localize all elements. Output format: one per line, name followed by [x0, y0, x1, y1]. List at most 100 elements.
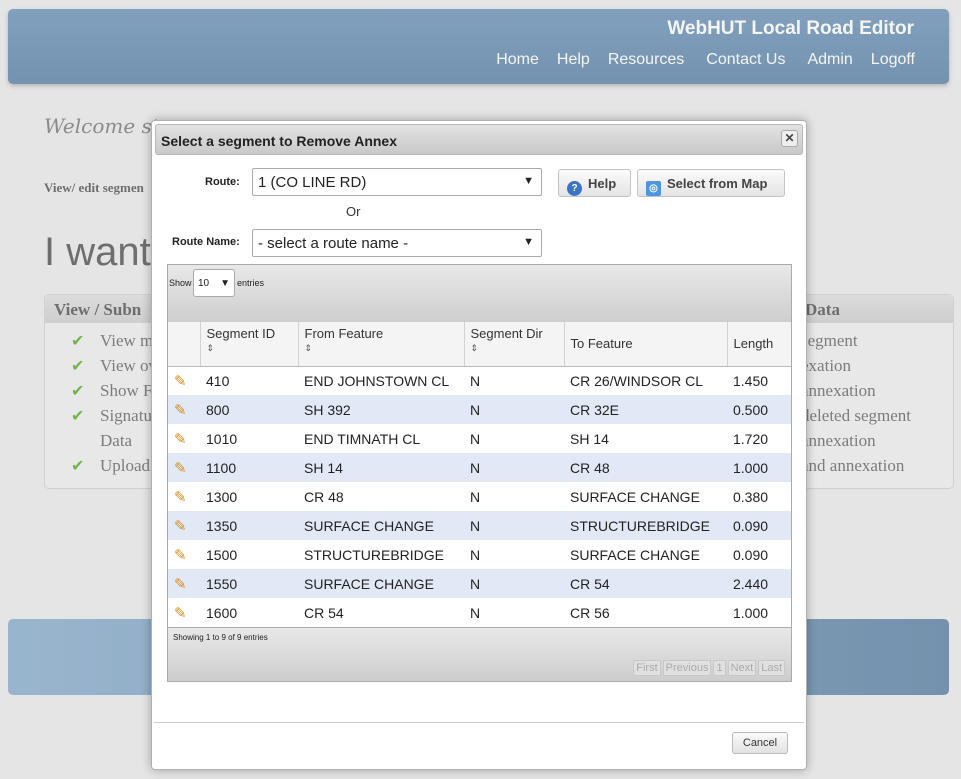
- close-icon[interactable]: ✕: [781, 130, 798, 147]
- pager-next[interactable]: Next: [727, 660, 757, 676]
- segment-dir-cell: N: [464, 366, 564, 395]
- table-row[interactable]: ✎ 1550 SURFACE CHANGE N CR 54 2.440: [168, 569, 791, 598]
- length-cell: 1.000: [727, 453, 791, 482]
- from-feature-cell: END JOHNSTOWN CL: [298, 366, 464, 395]
- entries-label: entries: [237, 278, 265, 288]
- to-feature-cell: SURFACE CHANGE: [564, 540, 727, 569]
- from-feature-cell: END TIMNATH CL: [298, 424, 464, 453]
- length-cell: 0.380: [727, 482, 791, 511]
- length-cell: 2.440: [727, 569, 791, 598]
- dialog-divider: [154, 722, 804, 723]
- segment-id-cell: 1500: [200, 540, 298, 569]
- length-cell: 1.450: [727, 366, 791, 395]
- route-name-select[interactable]: - select a route name - ▼: [252, 229, 542, 257]
- segment-dir-cell: N: [464, 598, 564, 627]
- length-cell: 0.090: [727, 511, 791, 540]
- segment-id-cell: 1100: [200, 453, 298, 482]
- to-feature-cell: SH 14: [564, 424, 727, 453]
- table-info: Showing 1 to 9 of 9 entries: [173, 633, 268, 642]
- pencil-icon[interactable]: ✎: [174, 402, 187, 419]
- pencil-icon[interactable]: ✎: [174, 489, 187, 506]
- cancel-button[interactable]: Cancel: [732, 732, 788, 754]
- length-cell: 0.090: [727, 540, 791, 569]
- help-icon: ?: [567, 181, 582, 196]
- from-feature-cell: CR 48: [298, 482, 464, 511]
- segment-id-cell: 1550: [200, 569, 298, 598]
- dropdown-arrow-icon: ▼: [220, 278, 230, 289]
- pager-first[interactable]: First: [633, 660, 661, 676]
- from-feature-cell: SURFACE CHANGE: [298, 569, 464, 598]
- segment-dir-cell: N: [464, 540, 564, 569]
- segment-id-cell: 1350: [200, 511, 298, 540]
- pencil-icon[interactable]: ✎: [174, 373, 187, 390]
- or-text: Or: [346, 204, 361, 219]
- to-feature-cell: STRUCTUREBRIDGE: [564, 511, 727, 540]
- to-feature-cell: CR 32E: [564, 395, 727, 424]
- table-row[interactable]: ✎ 410 END JOHNSTOWN CL N CR 26/WINDSOR C…: [168, 366, 791, 395]
- table-row[interactable]: ✎ 1500 STRUCTUREBRIDGE N SURFACE CHANGE …: [168, 540, 791, 569]
- pager-page-1[interactable]: 1: [713, 660, 726, 676]
- to-feature-cell: SURFACE CHANGE: [564, 482, 727, 511]
- pencil-icon[interactable]: ✎: [174, 605, 187, 622]
- dropdown-arrow-icon: ▼: [523, 175, 534, 187]
- to-feature-cell: CR 54: [564, 569, 727, 598]
- from-feature-cell: SURFACE CHANGE: [298, 511, 464, 540]
- sort-icon: ⇕: [304, 343, 313, 353]
- pager-last[interactable]: Last: [758, 660, 785, 676]
- pencil-icon[interactable]: ✎: [174, 460, 187, 477]
- length-cell: 0.500: [727, 395, 791, 424]
- table-row[interactable]: ✎ 800 SH 392 N CR 32E 0.500: [168, 395, 791, 424]
- column-header-to-feature[interactable]: To Feature: [564, 322, 728, 367]
- segments-table: Segment ID ⇕ From Feature ⇕ Segment Dir ⇕ T…: [168, 322, 791, 627]
- from-feature-cell: STRUCTUREBRIDGE: [298, 540, 464, 569]
- segment-dir-cell: N: [464, 569, 564, 598]
- table-row[interactable]: ✎ 1100 SH 14 N CR 48 1.000: [168, 453, 791, 482]
- remove-annex-dialog: Select a segment to Remove Annex ✕ Route…: [151, 120, 807, 770]
- pencil-icon[interactable]: ✎: [174, 518, 187, 535]
- table-row[interactable]: ✎ 1600 CR 54 N CR 56 1.000: [168, 598, 791, 627]
- route-label: Route:: [205, 176, 240, 188]
- segment-id-cell: 1010: [200, 424, 298, 453]
- sort-icon: ⇕: [206, 343, 215, 353]
- segment-id-cell: 1600: [200, 598, 298, 627]
- segment-dir-cell: N: [464, 482, 564, 511]
- to-feature-cell: CR 26/WINDSOR CL: [564, 366, 727, 395]
- segment-id-cell: 410: [200, 366, 298, 395]
- route-name-label: Route Name:: [172, 236, 240, 248]
- segment-dir-cell: N: [464, 395, 564, 424]
- segment-dir-cell: N: [464, 453, 564, 482]
- dialog-title: Select a segment to Remove Annex: [161, 133, 398, 149]
- column-header-from-feature[interactable]: From Feature ⇕: [298, 322, 465, 367]
- length-cell: 1.000: [727, 598, 791, 627]
- table-row[interactable]: ✎ 1350 SURFACE CHANGE N STRUCTUREBRIDGE …: [168, 511, 791, 540]
- segment-id-cell: 800: [200, 395, 298, 424]
- segment-dir-cell: N: [464, 424, 564, 453]
- dialog-title-bar: Select a segment to Remove Annex ✕: [155, 124, 803, 155]
- column-header-segment-id[interactable]: Segment ID ⇕: [200, 322, 299, 367]
- sort-icon: ⇕: [470, 343, 479, 353]
- show-label: Show: [169, 278, 192, 288]
- segments-table-wrapper: Show 10 ▼ entries Segment ID ⇕ From Featur…: [167, 264, 792, 682]
- pencil-icon[interactable]: ✎: [174, 431, 187, 448]
- pager-previous[interactable]: Previous: [662, 660, 712, 676]
- column-header-length[interactable]: Length: [727, 322, 791, 367]
- segment-dir-cell: N: [464, 511, 564, 540]
- column-header-segment-dir[interactable]: Segment Dir ⇕: [464, 322, 565, 367]
- from-feature-cell: CR 54: [298, 598, 464, 627]
- to-feature-cell: CR 48: [564, 453, 727, 482]
- length-cell: 1.720: [727, 424, 791, 453]
- pagination: First Previous 1 Next Last: [633, 660, 785, 676]
- select-from-map-button[interactable]: ◎ Select from Map: [637, 169, 785, 197]
- column-header-edit: [168, 322, 201, 367]
- to-feature-cell: CR 56: [564, 598, 727, 627]
- segment-id-cell: 1300: [200, 482, 298, 511]
- help-button[interactable]: ? Help: [558, 169, 631, 197]
- table-row[interactable]: ✎ 1010 END TIMNATH CL N SH 14 1.720: [168, 424, 791, 453]
- page-length-select[interactable]: 10 ▼: [193, 269, 235, 297]
- route-select[interactable]: 1 (CO LINE RD) ▼: [252, 168, 542, 196]
- pencil-icon[interactable]: ✎: [174, 547, 187, 564]
- from-feature-cell: SH 14: [298, 453, 464, 482]
- pencil-icon[interactable]: ✎: [174, 576, 187, 593]
- globe-icon: ◎: [646, 181, 661, 196]
- table-row[interactable]: ✎ 1300 CR 48 N SURFACE CHANGE 0.380: [168, 482, 791, 511]
